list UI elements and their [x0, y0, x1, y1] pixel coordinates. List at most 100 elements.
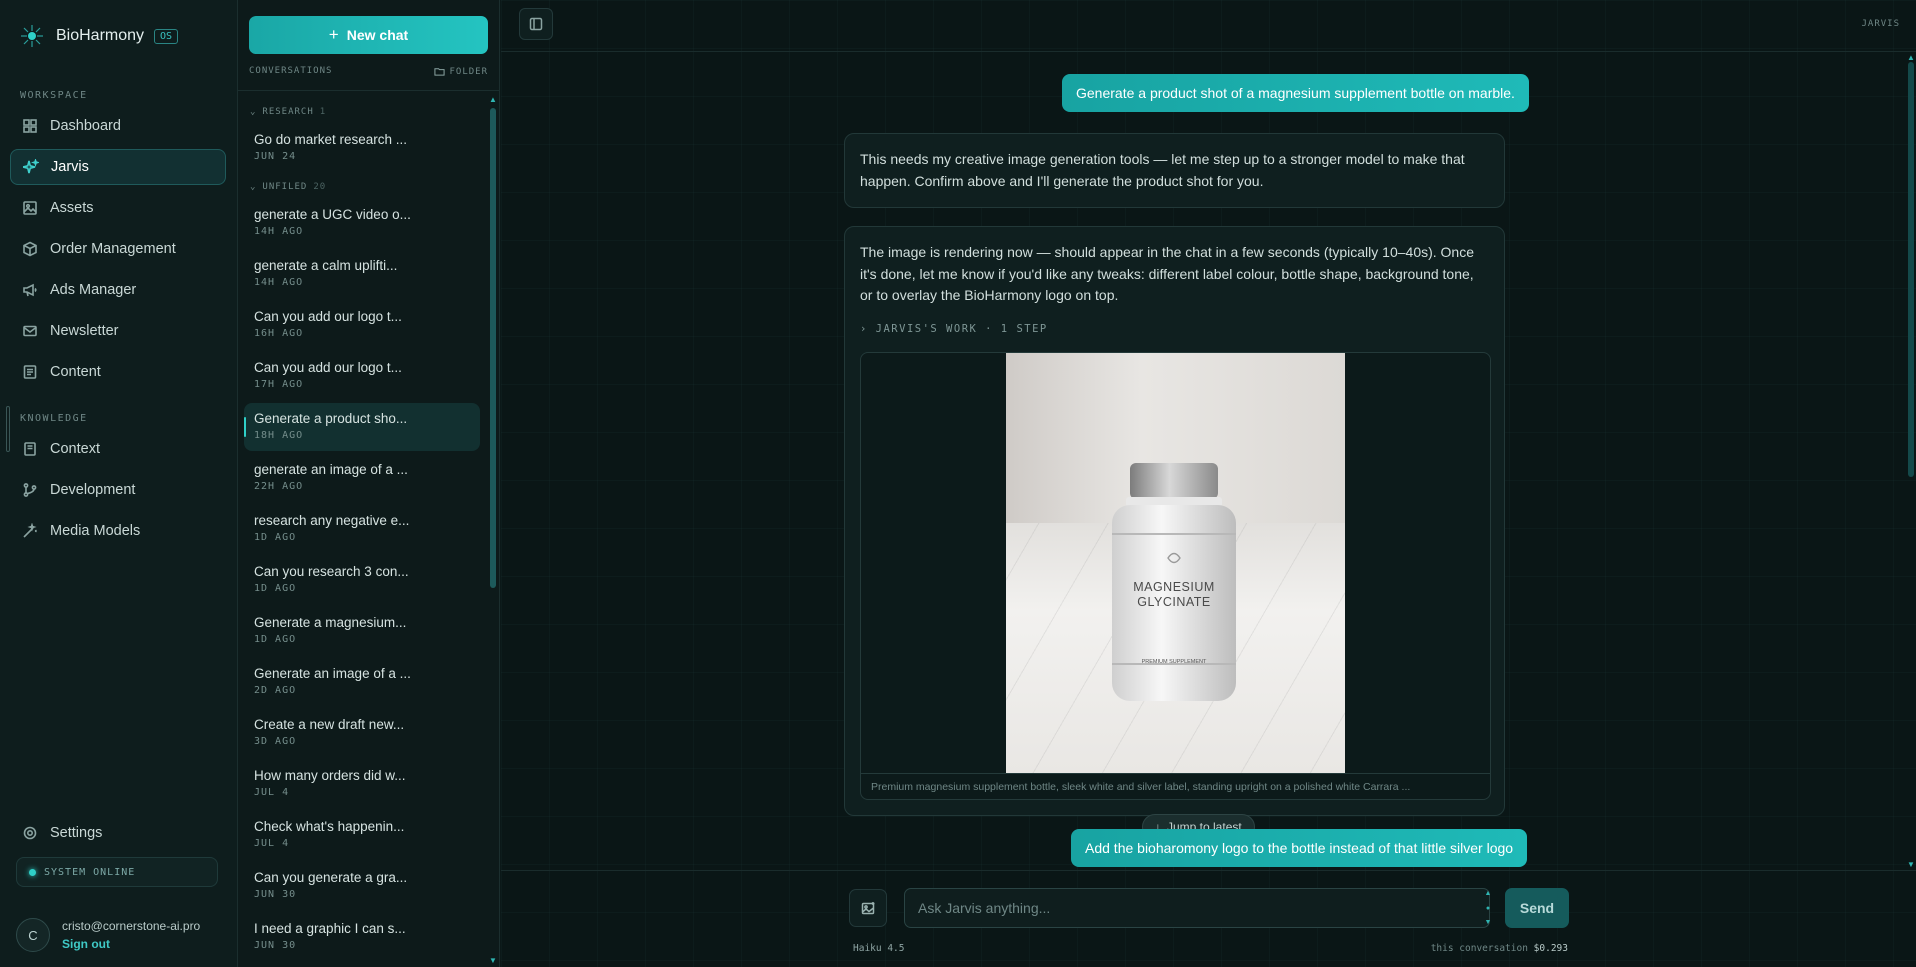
conversation-date: JUN 30 [254, 889, 297, 900]
main-scroll-up-icon[interactable]: ▲ [1907, 54, 1915, 62]
plus-icon: + [328, 25, 339, 44]
model-selector[interactable]: Haiku 4.5 [853, 943, 904, 954]
conversation-date: JUN 30 [254, 940, 297, 951]
main-scroll-down-icon[interactable]: ▼ [1907, 861, 1915, 869]
chat-input[interactable] [904, 888, 1490, 928]
document-icon [23, 365, 37, 379]
brand[interactable]: BioHarmony OS [18, 22, 179, 50]
megaphone-icon [23, 283, 37, 297]
chat-scrollbar[interactable] [1908, 62, 1914, 477]
conversation-title: generate a UGC video o... [254, 207, 411, 222]
list-item[interactable]: Create a new draft new... 3D AGO [244, 709, 480, 757]
sidebar-toggle-button[interactable] [519, 8, 553, 40]
list-item[interactable]: How many orders did w... JUL 4 [244, 760, 480, 808]
list-item[interactable]: Go do market research ... JUN 24 [244, 124, 480, 172]
conversation-date: 3D AGO [254, 736, 297, 747]
folder-count: 1 [319, 107, 327, 117]
generated-product-image[interactable]: MAGNESIUM GLYCINATE PREMIUM SUPPLEMENT [1006, 353, 1345, 773]
conversation-date: JUN 24 [254, 151, 297, 162]
conversation-title: Can you add our logo t... [254, 360, 402, 375]
conversation-date: 16H AGO [254, 328, 304, 339]
new-folder-button[interactable]: FOLDER [434, 66, 488, 77]
conversation-title: Can you add our logo t... [254, 309, 402, 324]
chevron-down-icon: ⌄ [250, 107, 257, 117]
send-button[interactable]: Send [1505, 888, 1569, 928]
sidebar-item-order-management[interactable]: Order Management [10, 231, 226, 267]
conversation-title: Generate a product sho... [254, 411, 408, 426]
attach-image-button[interactable] [849, 889, 887, 927]
conversation-date: JUL 4 [254, 838, 290, 849]
dot-icon: ● [1485, 904, 1491, 912]
sign-out-link[interactable]: Sign out [62, 937, 200, 951]
assistant-message-text: The image is rendering now — should appe… [860, 244, 1475, 303]
sidebar-item-content[interactable]: Content [10, 354, 226, 390]
brand-name: BioHarmony [56, 27, 145, 44]
composer-divider [501, 870, 1916, 871]
conversation-date: 1D AGO [254, 532, 297, 543]
folder-research[interactable]: ⌄ RESEARCH 1 [250, 107, 326, 117]
folder-count: 20 [313, 182, 327, 192]
wand-icon [23, 523, 37, 538]
folder-plus-icon [434, 68, 446, 76]
bottle-label-line1: MAGNESIUM [1133, 580, 1215, 594]
list-item[interactable]: research any negative e... 1D AGO [244, 505, 480, 553]
list-item[interactable]: Can you add our logo t... 17H AGO [244, 352, 480, 400]
list-item-active[interactable]: Generate a product sho... 18H AGO [244, 403, 480, 451]
cost-prefix: this conversation [1430, 943, 1528, 954]
gear-icon [23, 826, 37, 840]
brand-badge: OS [154, 28, 179, 44]
sidebar-item-label: Assets [50, 200, 94, 216]
folder-unfiled[interactable]: ⌄ UNFILED 20 [250, 182, 326, 192]
conversations-label: CONVERSATIONS [249, 66, 333, 76]
image-attach-icon [861, 901, 874, 914]
list-item[interactable]: generate a UGC video o... 14H AGO [244, 199, 480, 247]
chat-topbar: JARVIS [501, 0, 1916, 52]
folder-name: RESEARCH [262, 107, 314, 117]
conversations-scrollbar[interactable] [490, 108, 496, 588]
panel-toggle-icon [529, 17, 543, 31]
conversation-date: 17H AGO [254, 379, 304, 390]
sidebar-item-context[interactable]: Context [10, 431, 226, 467]
list-item[interactable]: I need a graphic I can s... JUN 30 [244, 913, 480, 961]
new-chat-button[interactable]: + New chat [249, 16, 488, 54]
jarvis-work-toggle[interactable]: › JARVIS'S WORK · 1 STEP [860, 319, 1489, 341]
conversation-title: Generate a magnesium... [254, 615, 407, 630]
conversation-date: JUL 4 [254, 787, 290, 798]
list-item[interactable]: generate a calm uplifti... 14H AGO [244, 250, 480, 298]
chat-main: JARVIS Generate a product shot of a magn… [501, 0, 1916, 967]
list-item[interactable]: Check what's happenin... JUL 4 [244, 811, 480, 859]
scroll-up-icon[interactable]: ▲ [489, 96, 497, 104]
branch-icon [23, 483, 37, 497]
sidebar-item-settings[interactable]: Settings [10, 815, 226, 851]
list-item[interactable]: Generate an image of a ... 2D AGO [244, 658, 480, 706]
sidebar-item-jarvis[interactable]: Jarvis [10, 149, 226, 185]
scroll-down-icon[interactable]: ▼ [489, 957, 497, 965]
sparkle-icon [23, 159, 39, 174]
bottle-label-line2: GLYCINATE [1137, 595, 1211, 609]
list-item[interactable]: Can you add our logo t... 16H AGO [244, 301, 480, 349]
sidebar-item-label: Context [50, 441, 100, 457]
conversation-title: Check what's happenin... [254, 819, 405, 834]
sidebar-item-assets[interactable]: Assets [10, 190, 226, 226]
conversation-cost: this conversation $0.293 [1431, 943, 1568, 954]
conversation-title: Go do market research ... [254, 132, 408, 147]
conversation-title: Generate an image of a ... [254, 666, 411, 681]
sidebar-item-dashboard[interactable]: Dashboard [10, 108, 226, 144]
app-root: BioHarmony OS WORKSPACE Dashboard Jarvis… [0, 0, 1916, 967]
user-profile: C cristo@cornerstone-ai.pro Sign out [16, 918, 200, 952]
list-item[interactable]: Can you generate a gra... JUN 30 [244, 862, 480, 910]
sidebar-item-development[interactable]: Development [10, 472, 226, 508]
input-scroll-arrows[interactable]: ▲ ● ▼ [1484, 890, 1492, 926]
sidebar-item-ads-manager[interactable]: Ads Manager [10, 272, 226, 308]
avatar[interactable]: C [16, 918, 50, 952]
sidebar-item-media-models[interactable]: Media Models [10, 513, 226, 549]
list-item[interactable]: Can you research 3 con... 1D AGO [244, 556, 480, 604]
conversation-title: generate a calm uplifti... [254, 258, 398, 273]
sidebar-item-newsletter[interactable]: Newsletter [10, 313, 226, 349]
list-item[interactable]: Generate a magnesium... 1D AGO [244, 607, 480, 655]
conversation-title: research any negative e... [254, 513, 410, 528]
list-item[interactable]: generate an image of a ... 22H AGO [244, 454, 480, 502]
assistant-message-text: This needs my creative image generation … [860, 151, 1465, 189]
folder-name: UNFILED [262, 182, 308, 192]
generated-image-frame[interactable]: MAGNESIUM GLYCINATE PREMIUM SUPPLEMENT P… [860, 352, 1491, 800]
